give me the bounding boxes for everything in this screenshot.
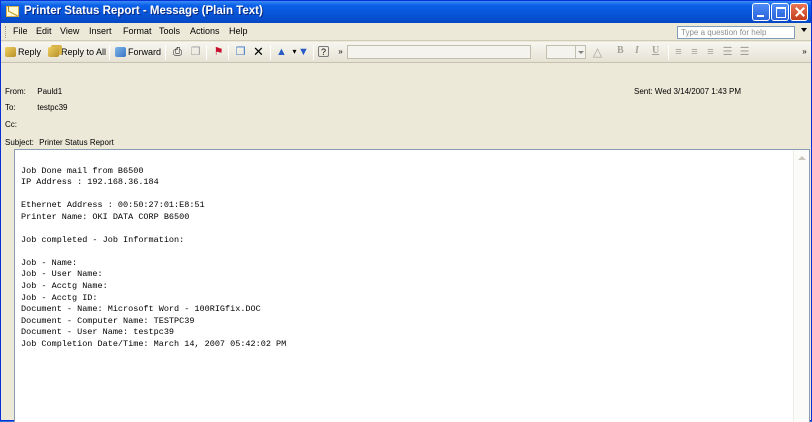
copy-icon[interactable]: ❐ <box>189 46 202 58</box>
font-name-select[interactable] <box>347 45 531 59</box>
body-line: Job completed - Job Information: <box>21 234 185 245</box>
subject-row: Subject: Printer Status Report <box>5 138 114 147</box>
bold-button[interactable]: B <box>617 45 624 56</box>
menu-grip[interactable] <box>5 26 8 38</box>
delete-icon[interactable]: ✕ <box>252 45 265 58</box>
forward-icon <box>115 46 126 57</box>
body-line <box>21 223 286 235</box>
menu-view[interactable]: View <box>60 26 79 36</box>
forward-button[interactable]: Forward <box>115 45 161 60</box>
to-value[interactable]: testpc39 <box>37 103 67 112</box>
toolbar-separator <box>206 45 207 60</box>
reply-all-icon <box>48 46 59 57</box>
format-toolbar-options-icon[interactable]: » <box>798 46 811 58</box>
window-title: Printer Status Report - Message (Plain T… <box>24 5 263 17</box>
title-bar[interactable]: Printer Status Report - Message (Plain T… <box>1 1 811 23</box>
sent-row: Sent: Wed 3/14/2007 1:43 PM <box>634 87 741 96</box>
menu-edit[interactable]: Edit <box>36 26 52 36</box>
vertical-scrollbar[interactable] <box>793 150 809 422</box>
underline-button[interactable]: U <box>652 45 659 56</box>
reply-label: Reply <box>18 47 42 57</box>
reply-all-label: Reply to All <box>61 47 107 57</box>
font-size-select[interactable] <box>546 45 586 59</box>
menu-insert[interactable]: Insert <box>89 26 112 36</box>
print-icon[interactable]: ⎙ <box>171 46 184 58</box>
message-header: From: Pauld1 Sent: Wed 3/14/2007 1:43 PM… <box>1 64 811 148</box>
toolbar-separator <box>313 45 314 60</box>
message-body[interactable]: Job Done mail from B6500 IP Address : 192… <box>14 149 810 422</box>
body-line: Job - Acctg ID: <box>21 292 98 303</box>
flag-icon[interactable]: ⚑ <box>212 46 225 58</box>
to-row: To: testpc39 <box>5 103 67 112</box>
body-line <box>21 246 286 258</box>
reply-icon <box>5 46 16 57</box>
cc-label: Cc: <box>5 120 17 129</box>
align-right-icon[interactable]: ≡ <box>704 46 717 58</box>
body-line: Printer Name: OKI DATA CORP B6500 <box>21 211 190 222</box>
help-dropdown-icon[interactable] <box>801 28 807 32</box>
from-row: From: Pauld1 <box>5 87 62 96</box>
body-line <box>21 189 286 201</box>
standard-toolbar: Reply Reply to All Forward ⎙ ❐ ⚑ ❒ ✕ ▲ ▾… <box>1 42 811 63</box>
body-line: Ethernet Address : 00:50:27:01:E8:51 <box>21 200 205 211</box>
close-button[interactable] <box>790 3 808 21</box>
message-body-text[interactable]: Job Done mail from B6500 IP Address : 192… <box>21 154 286 373</box>
menu-actions[interactable]: Actions <box>190 26 220 36</box>
subject-value: Printer Status Report <box>39 138 114 147</box>
reply-all-button[interactable]: Reply to All <box>48 45 106 60</box>
next-item-icon[interactable]: ▼ <box>297 46 310 58</box>
from-label: From: <box>5 87 26 96</box>
maximize-button[interactable] <box>771 3 789 21</box>
subject-label: Subject: <box>5 138 34 147</box>
body-line: Document - Name: Microsoft Word - 100RIG… <box>21 304 261 315</box>
menu-file[interactable]: File <box>13 26 28 36</box>
menu-bar: File Edit View Insert Format Tools Actio… <box>1 23 811 41</box>
help-search-input[interactable]: Type a question for help <box>677 26 795 39</box>
toolbar-separator <box>228 45 229 60</box>
forward-label: Forward <box>128 47 162 57</box>
font-color-icon[interactable]: △ <box>591 46 604 58</box>
numbering-icon[interactable]: ☰ <box>738 46 751 58</box>
sent-label: Sent: <box>634 87 653 96</box>
move-to-folder-icon[interactable]: ❒ <box>234 46 247 58</box>
sent-value: Wed 3/14/2007 1:43 PM <box>654 87 742 96</box>
from-value[interactable]: Pauld1 <box>37 87 62 96</box>
toolbar-options-icon[interactable]: » <box>334 46 347 58</box>
envelope-icon <box>6 6 19 17</box>
align-center-icon[interactable]: ≡ <box>688 46 701 58</box>
align-left-icon[interactable]: ≡ <box>672 46 685 58</box>
menu-tools[interactable]: Tools <box>159 26 180 36</box>
body-line: Document - Computer Name: TESTPC39 <box>21 315 195 326</box>
menu-help[interactable]: Help <box>229 26 248 36</box>
body-line: Job Done mail from B6500 <box>21 165 144 176</box>
toolbar-separator <box>270 45 271 60</box>
toolbar-separator <box>668 45 669 60</box>
minimize-button[interactable] <box>752 3 770 21</box>
reply-button[interactable]: Reply <box>5 45 41 60</box>
bullets-icon[interactable]: ☰ <box>721 46 734 58</box>
scroll-up-arrow-icon[interactable] <box>794 150 809 166</box>
toolbar-separator <box>165 45 166 60</box>
italic-button[interactable]: I <box>635 45 639 56</box>
toolbar-separator <box>109 45 110 60</box>
message-window: Printer Status Report - Message (Plain T… <box>0 0 812 422</box>
to-label: To: <box>5 103 16 112</box>
body-line: IP Address : 192.168.36.184 <box>21 177 159 188</box>
body-line: Document - User Name: testpc39 <box>21 327 175 338</box>
menu-format[interactable]: Format <box>123 26 152 36</box>
body-line: Job Completion Date/Time: March 14, 2007… <box>21 338 287 349</box>
help-icon[interactable]: ? <box>318 46 329 57</box>
body-line: Job - Acctg Name: <box>21 281 108 292</box>
body-line: Job - Name: <box>21 257 78 268</box>
previous-item-icon[interactable]: ▲ <box>275 46 288 58</box>
body-line: Job - User Name: <box>21 269 103 280</box>
cc-row: Cc: <box>5 120 35 129</box>
